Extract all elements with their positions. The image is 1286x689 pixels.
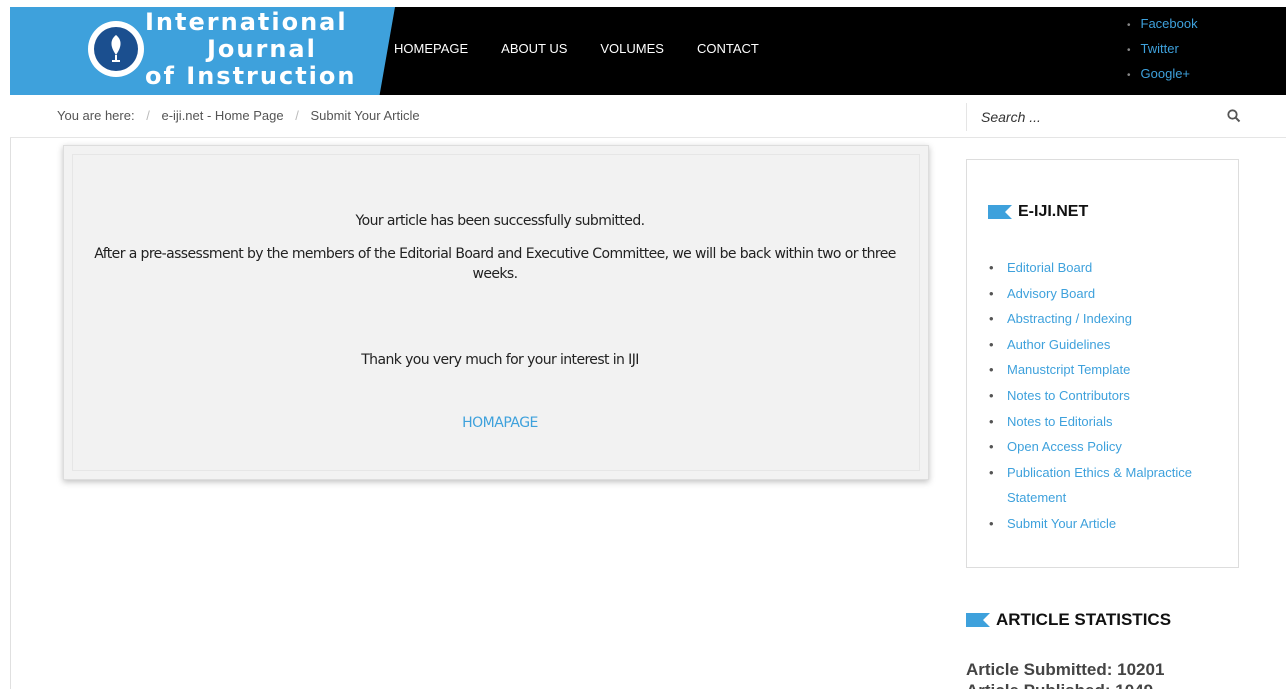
site-header: International Journal of Instruction HOM… [10, 7, 1286, 95]
sidebar-links: Editorial Board Advisory Board Abstracti… [988, 255, 1228, 537]
breadcrumb-separator: / [295, 108, 299, 123]
flag-icon [966, 613, 990, 627]
statistics-title-text: ARTICLE STATISTICS [996, 610, 1172, 629]
breadcrumb-current: Submit Your Article [310, 108, 420, 123]
breadcrumb-separator: / [146, 108, 150, 123]
logo-line-3: of Instruction [145, 62, 357, 90]
sidebar-item: Open Access Policy [988, 434, 1228, 460]
breadcrumb-home[interactable]: e-iji.net - Home Page [161, 108, 283, 123]
sidebar-link-editorial-board[interactable]: Editorial Board [1007, 260, 1092, 275]
nav-volumes[interactable]: VOLUMES [600, 41, 664, 56]
facebook-link[interactable]: Facebook [1141, 16, 1198, 31]
logo-line-1: International [145, 8, 348, 36]
sidebar-item: Editorial Board [988, 255, 1228, 281]
sidebar-link-notes-contributors[interactable]: Notes to Contributors [1007, 388, 1130, 403]
sidebar-link-abstracting[interactable]: Abstracting / Indexing [1007, 311, 1132, 326]
homepage-link[interactable]: HOMAPAGE [0, 415, 1000, 431]
twitter-link[interactable]: Twitter [1141, 41, 1179, 56]
sidebar-link-notes-editorials[interactable]: Notes to Editorials [1007, 414, 1113, 429]
social-links: • Facebook • Twitter • Google+ [1127, 12, 1198, 87]
sidebar-link-manuscript-template[interactable]: Manustcript Template [1007, 362, 1130, 377]
search-input[interactable] [981, 107, 1201, 127]
sidebar-box: E-IJI.NET Editorial Board Advisory Board… [966, 159, 1239, 568]
sidebar-item: Submit Your Article [988, 511, 1228, 537]
flag-icon [988, 205, 1012, 219]
nav-about-us[interactable]: ABOUT US [501, 41, 567, 56]
sidebar-title: E-IJI.NET [988, 203, 1088, 221]
breadcrumb: You are here: / e-iji.net - Home Page / … [57, 108, 420, 123]
success-message: Your article has been successfully submi… [355, 213, 646, 229]
sidebar-item: Notes to Editorials [988, 409, 1228, 435]
sidebar-item: Notes to Contributors [988, 383, 1228, 409]
search-box [966, 103, 1256, 131]
nav-homepage[interactable]: HOMEPAGE [394, 41, 468, 56]
sidebar-item: Manustcript Template [988, 357, 1228, 383]
social-item-google: • Google+ [1127, 66, 1191, 81]
sidebar-item: Author Guidelines [988, 332, 1228, 358]
nav-contact[interactable]: CONTACT [697, 41, 759, 56]
sidebar-link-author-guidelines[interactable]: Author Guidelines [1007, 337, 1110, 352]
sidebar-link-advisory-board[interactable]: Advisory Board [1007, 286, 1095, 301]
logo-line-2: Journal [207, 35, 317, 63]
stat-submitted: Article Submitted: 10201 [966, 660, 1165, 679]
logo-text: International Journal of Instruction [145, 9, 356, 90]
sidebar-item: Advisory Board [988, 281, 1228, 307]
sidebar-item: Publication Ethics & Malpractice Stateme… [988, 460, 1228, 511]
search-icon[interactable] [1227, 109, 1241, 123]
sidebar-item: Abstracting / Indexing [988, 306, 1228, 332]
stat-published: Article Published: 1049 [966, 681, 1153, 689]
sidebar-link-publication-ethics[interactable]: Publication Ethics & Malpractice Stateme… [1007, 465, 1192, 506]
google-plus-link[interactable]: Google+ [1141, 66, 1191, 81]
sidebar-link-open-access[interactable]: Open Access Policy [1007, 439, 1122, 454]
statistics-title: ARTICLE STATISTICS [966, 610, 1171, 630]
breadcrumb-bar: You are here: / e-iji.net - Home Page / … [10, 95, 1286, 138]
logo[interactable]: International Journal of Instruction [10, 7, 395, 95]
logo-icon [88, 21, 144, 77]
assessment-message: After a pre-assessment by the members of… [94, 246, 896, 282]
main-nav: HOMEPAGE ABOUT US VOLUMES CONTACT [394, 41, 792, 56]
social-item-twitter: • Twitter [1127, 41, 1179, 56]
sidebar-title-text: E-IJI.NET [1018, 203, 1089, 220]
thanks-message: Thank you very much for your interest in… [361, 352, 639, 368]
breadcrumb-prefix: You are here: [57, 108, 135, 123]
sidebar-link-submit-article[interactable]: Submit Your Article [1007, 516, 1116, 531]
social-item-facebook: • Facebook [1127, 16, 1198, 31]
